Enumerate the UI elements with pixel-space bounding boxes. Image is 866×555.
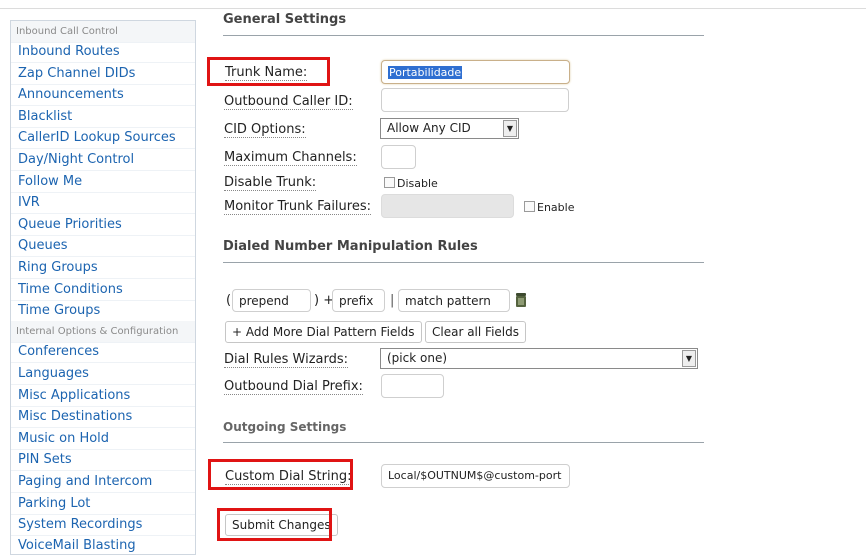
sidebar-item-label: Blacklist: [18, 109, 73, 124]
match-pattern-input[interactable]: match pattern: [398, 289, 510, 312]
sidebar-item-inbound-routes[interactable]: Inbound Routes: [11, 41, 195, 63]
clear-fields-button[interactable]: Clear all Fields: [425, 321, 526, 343]
general-settings-divider: [223, 35, 704, 36]
cid-options-value: Allow Any CID: [387, 121, 471, 135]
outbound-caller-id-input[interactable]: [381, 88, 569, 112]
trunk-name-highlight: [207, 57, 330, 86]
dial-rules-title: Dialed Number Manipulation Rules: [223, 239, 478, 254]
prepend-input[interactable]: prepend: [232, 289, 311, 312]
sidebar-item-misc-applications[interactable]: Misc Applications: [11, 385, 195, 407]
sidebar-section-inbound-call-control: Inbound Call Control: [11, 21, 195, 43]
sidebar-item-day-night-control[interactable]: Day/Night Control: [11, 149, 195, 171]
sidebar-item-label: Parking Lot: [18, 496, 91, 511]
chevron-down-icon[interactable]: ▼: [682, 350, 696, 367]
open-paren: (: [226, 293, 232, 308]
sidebar-item-label: Conferences: [18, 344, 100, 359]
chevron-down-icon[interactable]: ▼: [503, 120, 517, 137]
submit-highlight: [217, 508, 332, 541]
monitor-enable-label: Enable: [537, 201, 575, 214]
sidebar-item-ivr[interactable]: IVR: [11, 192, 195, 214]
disable-trunk-label: Disable Trunk:: [224, 175, 317, 191]
monitor-enable-checkbox[interactable]: [524, 201, 535, 212]
sidebar-item-label: Queue Priorities: [18, 217, 122, 232]
max-channels-input[interactable]: [381, 145, 416, 169]
sidebar-item-music-on-hold[interactable]: Music on Hold: [11, 428, 195, 450]
dial-rules-wizards-select[interactable]: (pick one) ▼: [380, 348, 698, 369]
sidebar-item-misc-destinations[interactable]: Misc Destinations: [11, 406, 195, 428]
monitor-trunk-label: Monitor Trunk Failures:: [224, 199, 371, 215]
cid-options-select[interactable]: Allow Any CID ▼: [380, 118, 519, 139]
sidebar-item-label: PIN Sets: [18, 452, 72, 467]
sidebar-item-blacklist[interactable]: Blacklist: [11, 106, 195, 128]
sidebar-item-label: Zap Channel DIDs: [18, 66, 136, 81]
sidebar-item-label: Misc Destinations: [18, 409, 133, 424]
sidebar-item-ring-groups[interactable]: Ring Groups: [11, 257, 195, 279]
sidebar-item-label: System Recordings: [18, 517, 143, 532]
sidebar-item-label: Queues: [18, 238, 68, 253]
sidebar-item-follow-me[interactable]: Follow Me: [11, 171, 195, 193]
dial-rules-wizards-value: (pick one): [387, 351, 448, 365]
sidebar-item-label: Follow Me: [18, 174, 83, 189]
sidebar-item-label: Inbound Call Control: [16, 26, 118, 37]
sidebar-item-label: Misc Applications: [18, 388, 131, 403]
outbound-dial-prefix-label: Outbound Dial Prefix:: [224, 379, 363, 395]
pipe-separator: |: [390, 293, 395, 308]
outbound-caller-id-label: Outbound Caller ID:: [224, 94, 353, 110]
cid-options-label: CID Options:: [224, 122, 306, 138]
sidebar-item-time-conditions[interactable]: Time Conditions: [11, 279, 195, 301]
sidebar-item-parking-lot[interactable]: Parking Lot: [11, 493, 195, 515]
trash-icon[interactable]: [514, 292, 528, 308]
dial-rules-divider: [223, 262, 704, 263]
disable-trunk-checkbox-label: Disable: [397, 177, 438, 190]
sidebar-item-zap-channel-dids[interactable]: Zap Channel DIDs: [11, 63, 195, 85]
outgoing-settings-divider: [223, 442, 704, 443]
sidebar-item-label: Ring Groups: [18, 260, 98, 275]
dial-rules-wizards-label: Dial Rules Wizards:: [224, 352, 349, 368]
sidebar-item-system-recordings[interactable]: System Recordings: [11, 514, 195, 536]
sidebar-item-pin-sets[interactable]: PIN Sets: [11, 449, 195, 471]
sidebar-item-label: VoiceMail Blasting: [18, 538, 136, 553]
sidebar-item-languages[interactable]: Languages: [11, 363, 195, 385]
sidebar-item-label: Time Conditions: [18, 282, 123, 297]
sidebar-item-voicemail-blasting[interactable]: VoiceMail Blasting: [11, 535, 195, 555]
sidebar-item-label: Inbound Routes: [18, 44, 120, 59]
max-channels-label: Maximum Channels:: [224, 150, 357, 166]
general-settings-title: General Settings: [223, 12, 347, 27]
prefix-input[interactable]: prefix: [332, 289, 385, 312]
sidebar-item-label: Announcements: [18, 87, 124, 102]
sidebar-item-time-groups[interactable]: Time Groups: [11, 300, 195, 322]
disable-trunk-checkbox[interactable]: [384, 177, 395, 188]
sidebar-item-label: Music on Hold: [18, 431, 110, 446]
sidebar-item-label: Paging and Intercom: [18, 474, 153, 489]
sidebar-item-label: IVR: [18, 195, 40, 210]
sidebar-item-label: Time Groups: [18, 303, 101, 318]
sidebar-item-paging-and-intercom[interactable]: Paging and Intercom: [11, 471, 195, 493]
top-divider: [0, 8, 866, 9]
sidebar-nav: Inbound Call Control Inbound Routes Zap Ch…: [10, 20, 196, 555]
sidebar-item-queue-priorities[interactable]: Queue Priorities: [11, 214, 195, 236]
custom-dial-string-highlight: [208, 459, 353, 490]
custom-dial-string-input[interactable]: Local/$OUTNUM$@custom-port: [381, 464, 570, 488]
trunk-name-input[interactable]: Portabilidade: [381, 60, 570, 84]
sidebar-item-announcements[interactable]: Announcements: [11, 84, 195, 106]
sidebar-item-label: Languages: [18, 366, 89, 381]
outbound-dial-prefix-input[interactable]: [381, 374, 444, 398]
sidebar-item-callerid-lookup-sources[interactable]: CallerID Lookup Sources: [11, 127, 195, 149]
sidebar-item-label: CallerID Lookup Sources: [18, 130, 176, 145]
sidebar-item-label: Day/Night Control: [18, 152, 135, 167]
sidebar-section-internal-options-configuration: Internal Options & Configuration: [11, 321, 195, 343]
monitor-trunk-input[interactable]: [381, 194, 514, 218]
outgoing-settings-title: Outgoing Settings: [223, 420, 347, 434]
add-dial-pattern-button[interactable]: + Add More Dial Pattern Fields: [225, 321, 422, 343]
sidebar-item-label: Internal Options & Configuration: [16, 326, 179, 337]
sidebar-item-queues[interactable]: Queues: [11, 235, 195, 257]
sidebar-item-conferences[interactable]: Conferences: [11, 341, 195, 363]
